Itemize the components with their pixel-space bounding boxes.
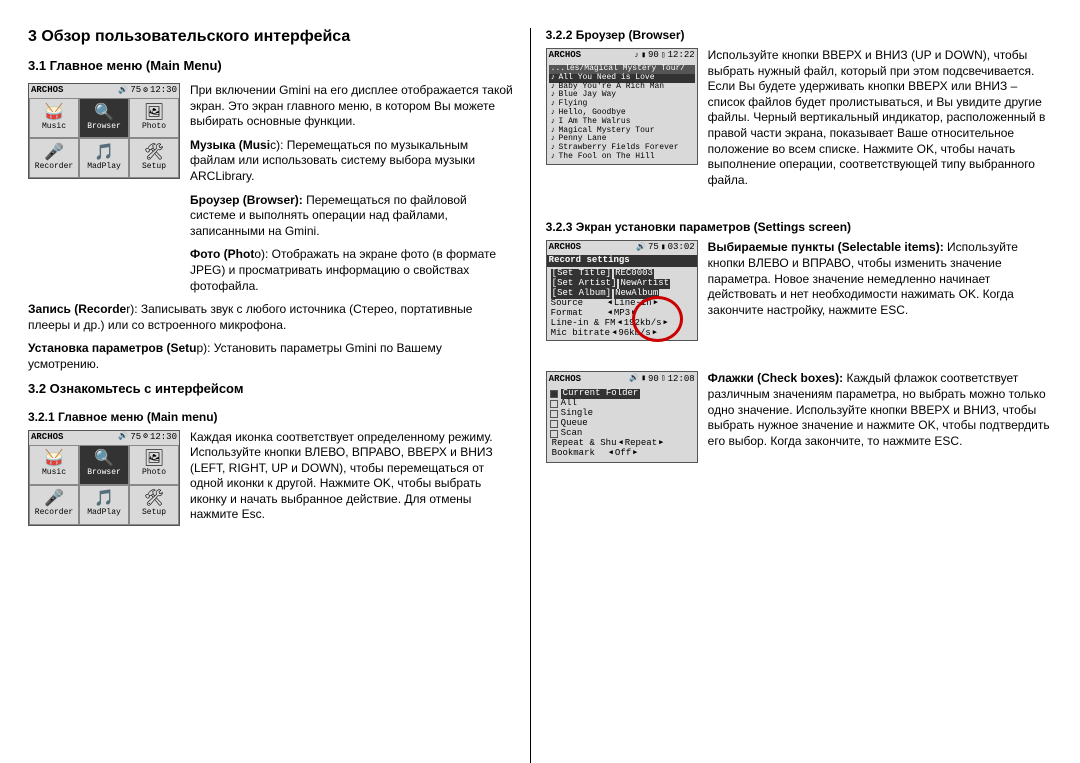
device-brand: ARCHOS [549,243,634,253]
time-value: 03:02 [668,243,695,253]
browser-line: Броузер (Browser): Перемещаться по файло… [190,193,515,240]
time-value: 12:08 [668,375,695,385]
browser-help: Используйте кнопки ВВЕРХ и ВНИЗ (UP и DO… [708,48,1052,188]
settings-header: Record settings [547,255,697,267]
battery-value: 90 [648,51,659,61]
device-brand: ARCHOS [549,51,633,61]
menu-cell-browser: 🔍Browser [79,445,129,485]
menu-cell-music: 🥁Music [29,445,79,485]
section-3-2-1: 3.2.1 Главное меню (Main menu) [28,410,515,424]
menu-cell-recorder: 🎤Recorder [29,138,79,178]
menu-cell-photo: 🖼Photo [129,98,179,138]
status-value: 75 [130,86,141,96]
selectable-help: Выбираемые пункты (Selectable items): Ис… [708,240,1052,318]
battery-value: 90 [648,375,659,385]
file-item: ♪The Fool on The Hill [549,153,695,162]
menu-cell-browser: 🔍Browser [79,98,129,138]
device-brand: ARCHOS [549,375,628,385]
time-value: 12:22 [668,51,695,61]
status-value: 75 [130,433,141,443]
device-main-menu-1: ARCHOS 🔊 75 ⚙ 12:30 🥁Music🔍Browser🖼Photo… [28,83,180,179]
volume-icon: 🔊 [118,433,128,442]
page-title: 3 Обзор пользовательского интерфейса [28,28,515,46]
play-setting-row: Bookmark◀Off▶ [550,449,694,459]
menu-cell-madplay: 🎵MadPlay [79,485,129,525]
time-value: 12:30 [150,433,177,443]
section-3-2-2: 3.2.2 Броузер (Browser) [546,28,1052,42]
device-brand: ARCHOS [31,433,116,443]
page-icon: ▯ [661,52,666,61]
device-browser: ARCHOS ♪ ▮ 90 ▯ 12:22 ...les/Magical Mys… [546,48,698,165]
volume-icon: 🔊 [118,87,128,96]
section-3-2-3: 3.2.3 Экран установки параметров (Settin… [546,220,1052,234]
gear-icon: ⚙ [143,433,148,442]
battery-icon: ▮ [641,52,646,61]
page-icon: ▯ [661,375,666,384]
menu-cell-recorder: 🎤Recorder [29,485,79,525]
menu-cell-music: 🥁Music [29,98,79,138]
section-3-2: 3.2 Ознакомьтесь с интерфейсом [28,381,515,396]
battery-icon: ▮ [661,244,666,253]
time-value: 12:30 [150,86,177,96]
gear-icon: ⚙ [143,87,148,96]
menu-cell-photo: 🖼Photo [129,445,179,485]
menu-cell-setup: 🛠Setup [129,485,179,525]
device-brand: ARCHOS [31,86,116,96]
setup-line: Установка параметров (Setup): Установить… [28,341,515,372]
intro-text: При включении Gmini на его дисплее отобр… [190,83,515,130]
settings-row: Mic bitrate◀96kb/s▶ [549,329,695,339]
volume-icon: 🔊 [636,244,646,253]
music-line: Музыка (Music): Перемещаться по музыкаль… [190,138,515,185]
battery-icon: ▮ [641,375,646,384]
note-icon: ♪ [634,52,639,61]
recorder-line: Запись (Recorder): Записывать звук с люб… [28,302,515,333]
device-main-menu-2: ARCHOS 🔊 75 ⚙ 12:30 🥁Music🔍Browser🖼Photo… [28,430,180,526]
device-playmode: ARCHOS 🔊 ▮ 90 ▯ 12:08 Current FolderAllS… [546,371,698,462]
section-3-1: 3.1 Главное меню (Main Menu) [28,58,515,73]
battery-value: 75 [648,243,659,253]
photo-line: Фото (Photo): Отображать на экране фото … [190,247,515,294]
checkbox-help: Флажки (Check boxes): Каждый флажок соот… [708,371,1052,449]
volume-icon: 🔊 [629,375,639,384]
device-record-settings: ARCHOS 🔊 75 ▮ 03:02 Record settings [Set… [546,240,698,341]
menu-cell-madplay: 🎵MadPlay [79,138,129,178]
menu-cell-setup: 🛠Setup [129,138,179,178]
main-menu-help: Каждая иконка соответствует определенном… [190,430,515,524]
